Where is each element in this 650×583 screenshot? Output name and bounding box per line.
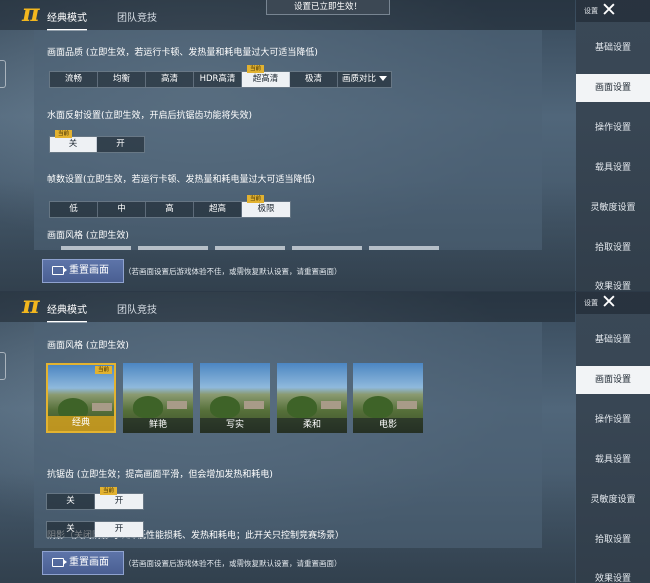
quality-compare-dropdown[interactable]: 画质对比	[338, 72, 391, 87]
sidebar-item-graphics[interactable]: 画面设置	[576, 74, 650, 102]
reset-note: （若画面设置后游戏体验不佳，或需恢复默认设置，请重置画面）	[124, 559, 342, 568]
fps-option-ultra[interactable]: 超高	[194, 202, 242, 217]
antialias-on[interactable]: 当前 开	[95, 487, 143, 509]
quality-option-balanced[interactable]: 均衡	[98, 72, 146, 87]
sidebar-item-graphics[interactable]: 画面设置	[576, 366, 650, 394]
sidebar-item-vehicle[interactable]: 载具设置	[576, 446, 650, 474]
sidebar-item-basic[interactable]: 基础设置	[576, 326, 650, 354]
close-settings-button[interactable]: 设置 ✕	[576, 0, 650, 22]
sidebar-item-sensitivity[interactable]: 灵敏度设置	[576, 194, 650, 222]
chevron-down-icon	[379, 76, 387, 81]
current-badge: 当前	[100, 487, 118, 495]
quality-selector: 流畅 均衡 高清 HDR高清 当前 超高清 极清 画质对比	[49, 65, 392, 88]
style-label: 画面风格 (立即生效)	[47, 341, 129, 351]
water-reflection-off[interactable]: 当前 关	[50, 130, 97, 152]
water-reflection-toggle: 当前 关 开	[49, 130, 145, 153]
side-pull-tab[interactable]	[0, 60, 6, 88]
style-thumb-vivid-label: 鲜艳	[123, 418, 193, 433]
style-thumb-vivid[interactable]: 鲜艳	[123, 363, 193, 433]
reset-graphics-button[interactable]: 重置画面	[42, 551, 124, 575]
close-icon: ✕	[601, 0, 617, 21]
reset-graphics-label: 重置画面	[69, 557, 109, 568]
current-badge: 当前	[247, 65, 265, 73]
settings-sidebar: 设置 ✕ 基础设置 画面设置 操作设置 载具设置 灵敏度设置 拾取设置 效果设置	[576, 292, 650, 583]
style-thumb-classic-label: 经典	[48, 416, 114, 431]
quality-option-extreme[interactable]: 极清	[290, 72, 338, 87]
quality-option-hd[interactable]: 高清	[146, 72, 194, 87]
style-thumbnails-peek	[61, 246, 439, 250]
quality-option-ultra-hd-label: 超高清	[252, 74, 279, 84]
fps-label: 帧数设置(立即生效，若运行卡顿、发热量和耗电量过大可适当降低)	[47, 175, 316, 185]
tab-classic-mode[interactable]: 经典模式	[47, 9, 87, 31]
settings-content[interactable]: 画面品质 (立即生效，若运行卡顿、发热量和耗电量过大可适当降低) 流畅 均衡 高…	[34, 30, 542, 250]
style-thumb-classic[interactable]: 当前 经典	[46, 363, 116, 433]
close-label: 设置	[584, 299, 598, 307]
shadow-on[interactable]: 开	[95, 522, 143, 537]
sidebar-item-vehicle[interactable]: 载具设置	[576, 154, 650, 182]
fps-selector: 低 中 高 超高 当前 极限	[49, 195, 291, 218]
current-badge: 当前	[94, 366, 112, 374]
fps-option-medium[interactable]: 中	[98, 202, 146, 217]
sidebar-item-controls[interactable]: 操作设置	[576, 114, 650, 142]
fps-option-extreme[interactable]: 当前 极限	[242, 195, 290, 217]
tab-team-deathmatch[interactable]: 团队竞技	[117, 301, 157, 321]
water-reflection-label: 水面反射设置(立即生效，开启后抗锯齿功能将失效)	[47, 111, 253, 121]
style-thumb-cinematic-label: 电影	[353, 418, 423, 433]
sidebar-item-effects[interactable]: 效果设置	[576, 565, 650, 583]
current-badge: 当前	[55, 130, 73, 138]
settings-screen-bottom: π 经典模式 团队竞技 画面风格 (立即生效) 抗锯齿 (立即生效；提高画面平滑…	[0, 292, 650, 583]
game-logo-icon: π	[22, 292, 40, 319]
reset-icon	[52, 558, 67, 567]
reset-icon	[52, 266, 67, 275]
antialias-on-label: 开	[114, 496, 124, 506]
tab-team-deathmatch[interactable]: 团队竞技	[117, 9, 157, 29]
antialias-label: 抗锯齿 (立即生效；提高画面平滑，但会增加发热和耗电)	[47, 470, 273, 480]
quality-option-ultra-hd[interactable]: 当前 超高清	[242, 65, 290, 87]
style-thumb-soft-label: 柔和	[277, 418, 347, 433]
water-reflection-on[interactable]: 开	[97, 137, 144, 152]
fps-option-extreme-label: 极限	[257, 204, 275, 214]
settings-sidebar: 设置 ✕ 基础设置 画面设置 操作设置 载具设置 灵敏度设置 拾取设置 效果设置	[576, 0, 650, 291]
tab-classic-mode[interactable]: 经典模式	[47, 301, 87, 323]
quality-option-smooth[interactable]: 流畅	[50, 72, 98, 87]
close-icon: ✕	[601, 292, 617, 313]
style-thumb-cinematic[interactable]: 电影	[353, 363, 423, 433]
side-pull-tab[interactable]	[0, 352, 6, 380]
close-label: 设置	[584, 7, 598, 15]
sidebar-item-controls[interactable]: 操作设置	[576, 406, 650, 434]
style-thumb-realistic[interactable]: 写实	[200, 363, 270, 433]
settings-screen-top: π 经典模式 团队竞技 设置已立即生效！ 画面品质 (立即生效，若运行卡顿、发热…	[0, 0, 650, 291]
fps-option-low[interactable]: 低	[50, 202, 98, 217]
sidebar-item-sensitivity[interactable]: 灵敏度设置	[576, 486, 650, 514]
reset-graphics-label: 重置画面	[69, 265, 109, 276]
settings-applied-toast: 设置已立即生效！	[266, 0, 390, 15]
shadow-off[interactable]: 关	[47, 522, 95, 537]
water-reflection-off-label: 关	[68, 139, 78, 149]
sidebar-item-pickup[interactable]: 拾取设置	[576, 526, 650, 554]
quality-option-hdr[interactable]: HDR高清	[194, 72, 242, 87]
reset-note: （若画面设置后游戏体验不佳，或需恢复默认设置，请重置画面）	[124, 267, 342, 276]
style-thumb-soft[interactable]: 柔和	[277, 363, 347, 433]
sidebar-item-pickup[interactable]: 拾取设置	[576, 234, 650, 262]
fps-option-high[interactable]: 高	[146, 202, 194, 217]
shadow-toggle: 关 开	[46, 521, 144, 538]
quality-label: 画面品质 (立即生效，若运行卡顿、发热量和耗电量过大可适当降低)	[47, 48, 318, 58]
antialias-off[interactable]: 关	[47, 494, 95, 509]
settings-content[interactable]: 画面风格 (立即生效) 抗锯齿 (立即生效；提高画面平滑，但会增加发热和耗电) …	[34, 322, 542, 548]
reset-graphics-button[interactable]: 重置画面	[42, 259, 124, 283]
sidebar-item-basic[interactable]: 基础设置	[576, 34, 650, 62]
quality-compare-label: 画质对比	[341, 74, 376, 84]
sidebar-item-effects[interactable]: 效果设置	[576, 273, 650, 291]
style-label: 画面风格 (立即生效)	[47, 231, 129, 241]
antialias-toggle: 关 当前 开	[46, 487, 144, 510]
close-settings-button[interactable]: 设置 ✕	[576, 292, 650, 314]
style-thumb-realistic-label: 写实	[200, 418, 270, 433]
game-logo-icon: π	[22, 0, 40, 27]
current-badge: 当前	[247, 195, 265, 203]
